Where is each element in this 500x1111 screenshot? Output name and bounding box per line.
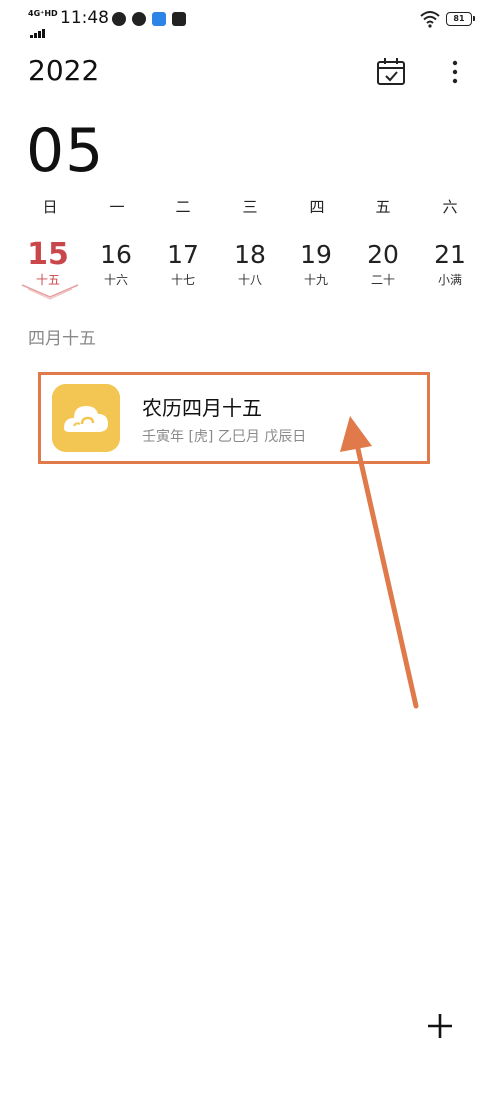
more-vert-icon[interactable] — [440, 56, 470, 88]
year-title[interactable]: 2022 — [28, 54, 99, 87]
add-icon[interactable] — [424, 1010, 456, 1042]
weekday-label: 四 — [309, 198, 325, 216]
weekday-label: 日 — [42, 198, 58, 216]
weekday-label: 一 — [109, 198, 125, 216]
wifi-icon — [420, 11, 440, 28]
annotation-arrow — [340, 416, 419, 709]
status-time: 11:48 — [60, 8, 109, 28]
weekday-label: 六 — [442, 198, 458, 216]
month-title: 05 — [26, 116, 105, 186]
cellular-signal-icon: 4G⁺HD — [28, 9, 58, 38]
status-bar: 4G⁺HD 11:48 81 — [0, 0, 500, 40]
weekday-label: 五 — [375, 198, 391, 216]
day-cell-20[interactable]: 20 二十 — [353, 238, 413, 288]
video-icon — [172, 12, 186, 26]
day-cell-15[interactable]: 15 十五 — [18, 238, 78, 288]
compass-icon — [112, 12, 126, 26]
day-cell-17[interactable]: 17 十七 — [153, 238, 213, 288]
weekday-label: 二 — [175, 198, 191, 216]
weekday-label: 三 — [242, 198, 258, 216]
day-cell-18[interactable]: 18 十八 — [220, 238, 280, 288]
calendar-check-icon[interactable] — [374, 56, 408, 88]
day-cell-16[interactable]: 16 十六 — [86, 238, 146, 288]
date-section-label: 四月十五 — [28, 329, 96, 349]
app-icon — [152, 12, 166, 26]
battery-icon: 81 — [446, 12, 475, 26]
day-cell-19[interactable]: 19 十九 — [286, 238, 346, 288]
day-cell-21[interactable]: 21 小满 — [420, 238, 480, 288]
wechat-icon — [132, 12, 146, 26]
